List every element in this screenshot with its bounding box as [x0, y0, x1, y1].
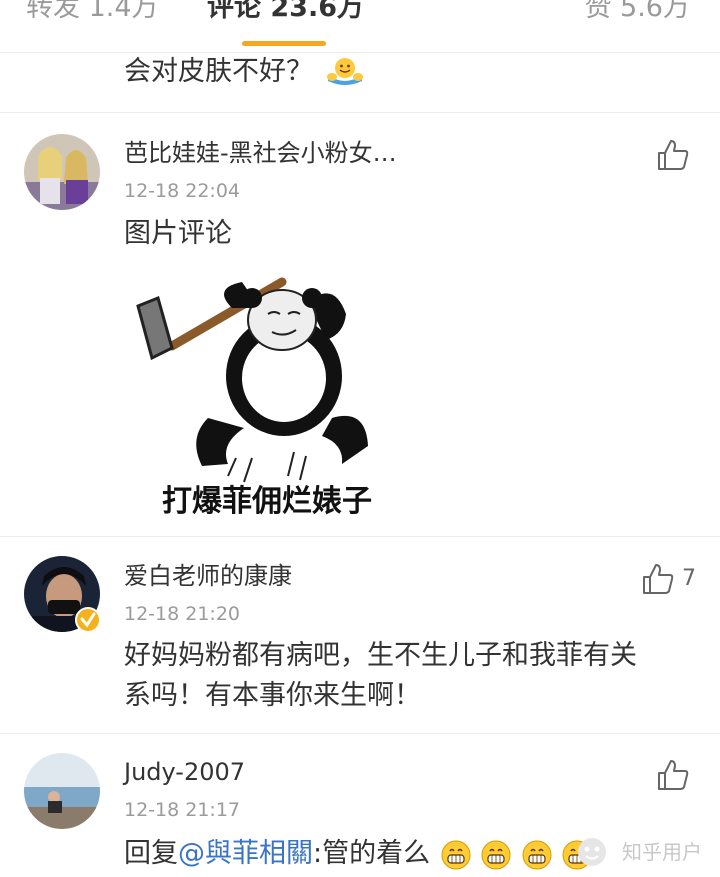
grinning-emoji-icon — [481, 840, 511, 870]
active-tab-indicator — [242, 41, 326, 46]
image-caption: 打爆菲佣烂婊子 — [162, 484, 372, 518]
grinning-emoji-icon — [441, 840, 471, 870]
partial-comment-text: 会对皮肤不好？ — [124, 52, 364, 92]
timestamp: 12-18 21:20 — [124, 603, 241, 625]
timestamp: 12-18 22:04 — [124, 180, 241, 202]
avatar-image — [24, 134, 100, 210]
avatar-image — [24, 753, 100, 829]
comment-image[interactable] — [132, 268, 432, 518]
mention-link[interactable]: @與菲相關 — [178, 838, 313, 869]
comment-text: 图片评论 — [124, 218, 232, 249]
grinning-emoji-icon — [522, 840, 552, 870]
tab-reposts[interactable]: 转发 1.4万 — [26, 0, 159, 28]
comments-page: 转发 1.4万 评论 23.6万 赞 5.6万 会对皮肤不好？ 芭比娃娃-黑社会… — [0, 0, 720, 877]
like-count: 7 — [682, 566, 696, 591]
timestamp: 12-18 21:17 — [124, 799, 241, 821]
like-icon[interactable] — [656, 758, 690, 792]
verified-badge-icon — [75, 607, 101, 633]
divider — [0, 536, 720, 537]
comment-text-line: 系吗！有本事你来生啊！ — [124, 680, 421, 711]
divider — [0, 112, 720, 113]
username[interactable]: 芭比娃娃-黑社会小粉女… — [124, 137, 397, 169]
like-icon[interactable] — [641, 562, 675, 596]
tab-comments[interactable]: 评论 23.6万 — [207, 0, 364, 28]
tab-bar: 转发 1.4万 评论 23.6万 赞 5.6万 — [0, 0, 720, 53]
tab-likes[interactable]: 赞 5.6万 — [584, 0, 690, 28]
comment-text-line: 好妈妈粉都有病吧，生不生儿子和我菲有关 — [124, 640, 637, 671]
comment-text: 回复@與菲相關:管的着么 — [124, 834, 592, 875]
divider — [0, 733, 720, 734]
like-icon[interactable] — [656, 138, 690, 172]
hugging-emoji-icon — [326, 57, 363, 85]
avatar[interactable] — [24, 134, 100, 210]
avatar[interactable] — [24, 753, 100, 829]
reply-prefix: 回复 — [124, 838, 178, 869]
username[interactable]: Judy-2007 — [124, 756, 245, 788]
partial-comment-body: 会对皮肤不好？ — [124, 56, 313, 87]
emoji-row — [439, 835, 593, 875]
zhihu-logo-icon — [578, 838, 606, 866]
reply-body: :管的着么 — [313, 838, 431, 869]
username[interactable]: 爱白老师的康康 — [124, 560, 292, 592]
watermark: 知乎用户 — [622, 840, 702, 864]
